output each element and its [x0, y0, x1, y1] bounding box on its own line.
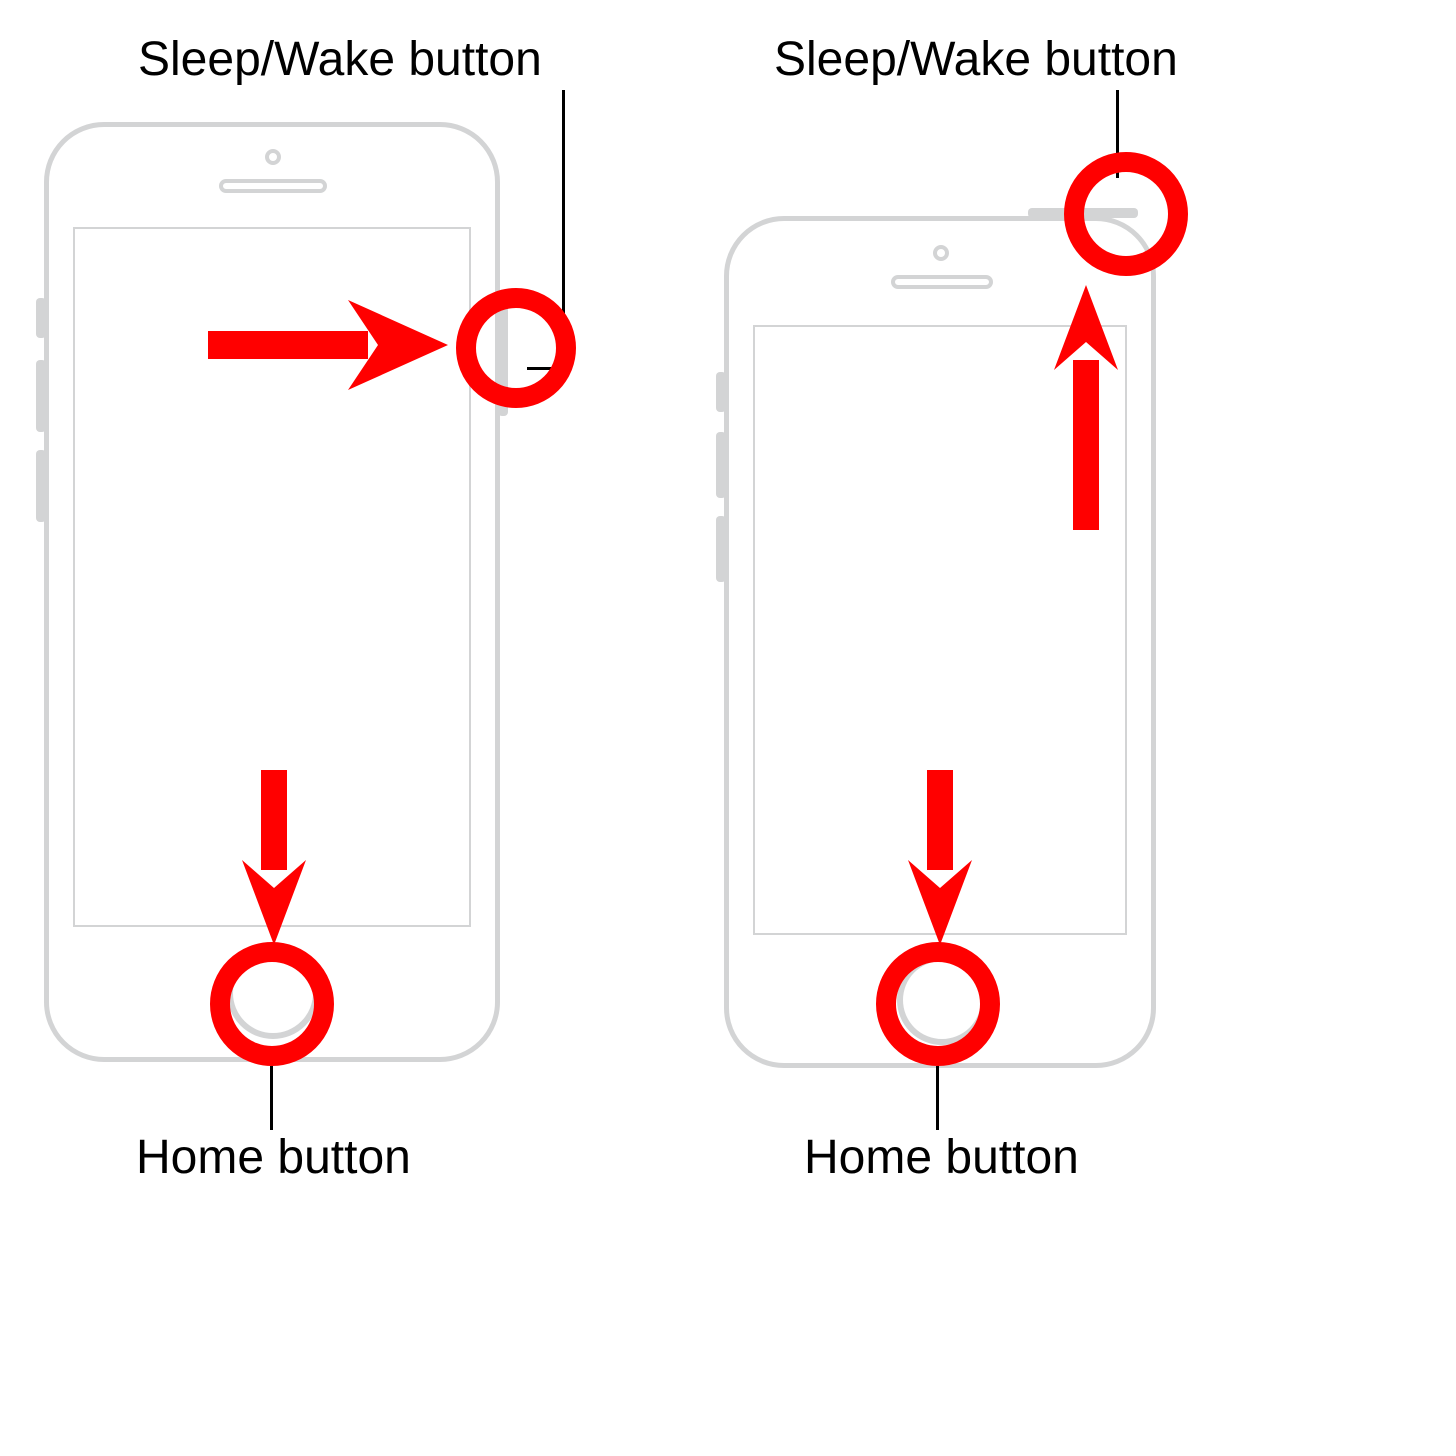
arrow-down-icon — [900, 760, 980, 950]
highlight-ring-sleep-wake-left — [456, 288, 576, 408]
arrow-right-icon — [198, 290, 458, 400]
camera-icon — [265, 149, 281, 165]
phone-right-vol-down — [716, 516, 726, 582]
phone-left-mute-switch — [36, 298, 46, 338]
phone-right-mute-switch — [716, 372, 726, 412]
camera-icon — [933, 245, 949, 261]
highlight-ring-home-left — [210, 942, 334, 1066]
phone-left-vol-down — [36, 450, 46, 522]
arrow-down-icon — [234, 760, 314, 950]
label-sleep-wake-right: Sleep/Wake button — [774, 36, 1178, 84]
earpiece-icon — [219, 179, 327, 193]
highlight-ring-home-right — [876, 942, 1000, 1066]
phone-right-vol-up — [716, 432, 726, 498]
leader-home-left — [270, 1066, 273, 1130]
label-home-left: Home button — [136, 1134, 411, 1182]
phone-left-vol-up — [36, 360, 46, 432]
leader-home-right — [936, 1066, 939, 1130]
earpiece-icon — [891, 275, 993, 289]
label-home-right: Home button — [804, 1134, 1079, 1182]
diagram-stage: { "accent": "#ff0000", "labels": { "left… — [0, 0, 1456, 1456]
highlight-ring-sleep-wake-right — [1064, 152, 1188, 276]
arrow-up-icon — [1046, 280, 1126, 540]
label-sleep-wake-left: Sleep/Wake button — [138, 36, 542, 84]
